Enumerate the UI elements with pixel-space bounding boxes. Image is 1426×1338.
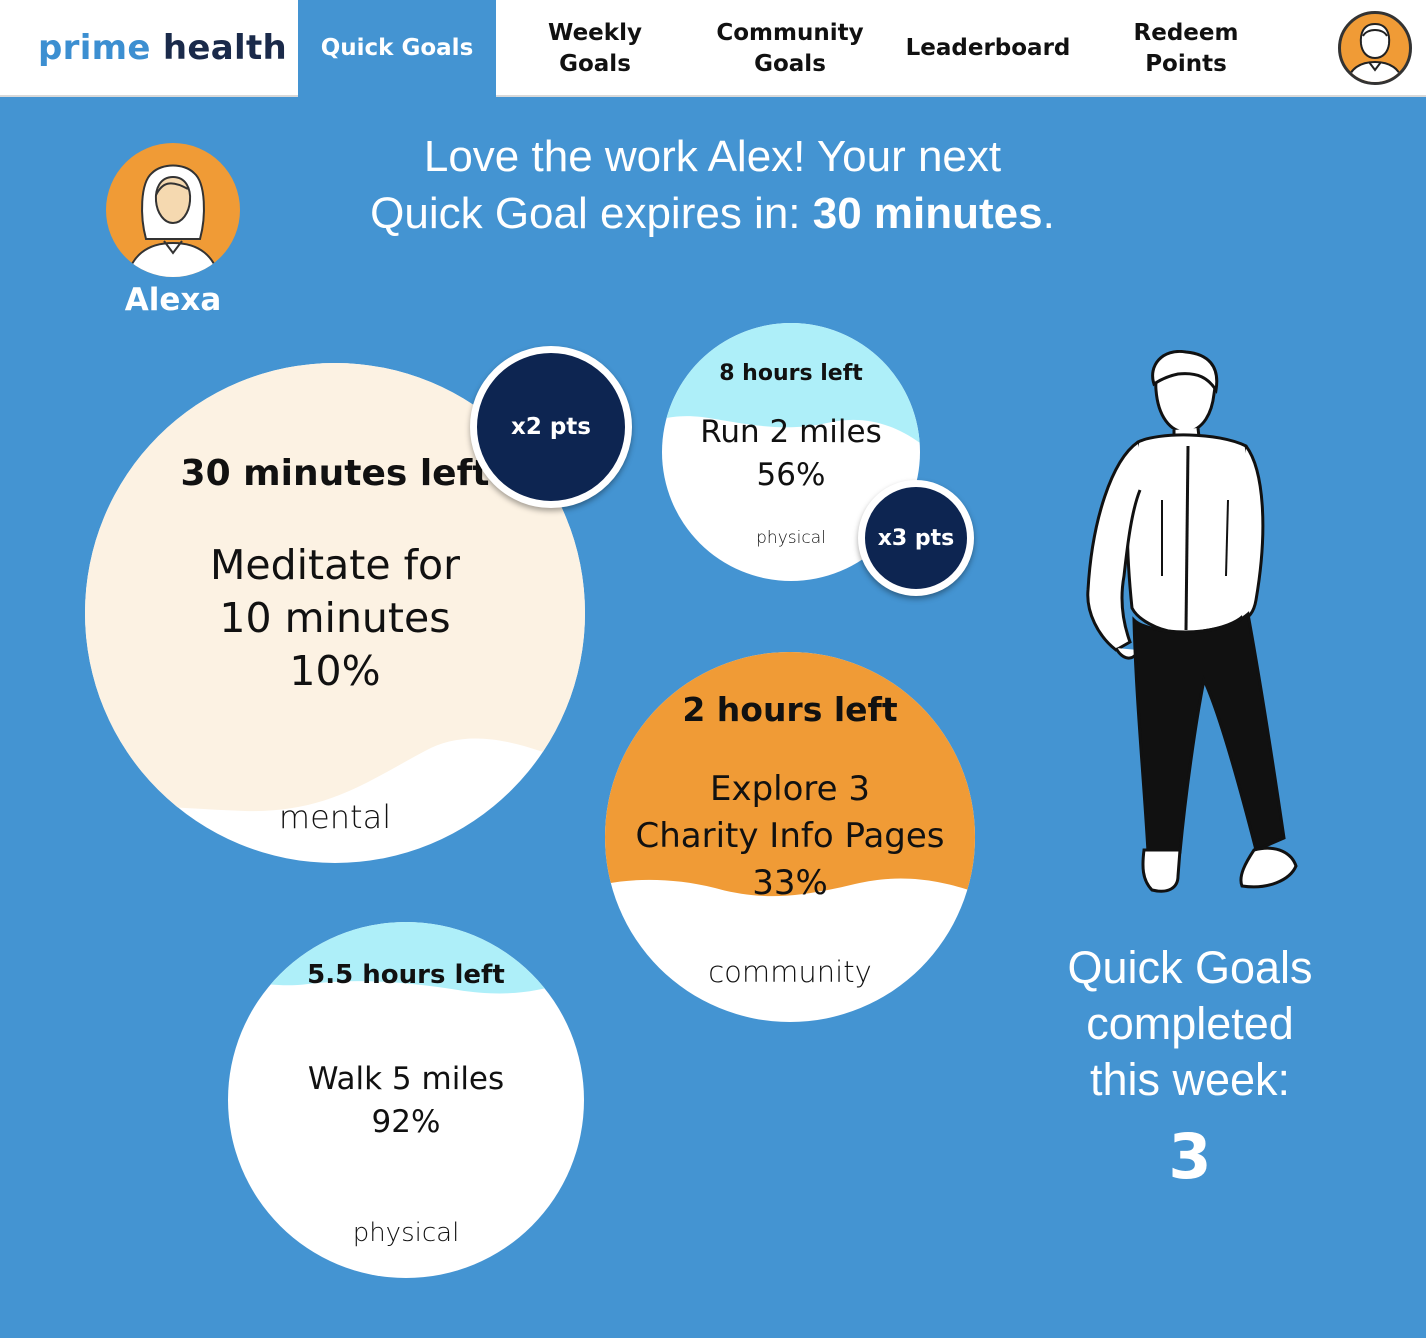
user-avatar-icon [1346,22,1404,82]
completed-label-line2: completed [1086,998,1294,1049]
tab-quick-goals-label: Quick Goals [320,35,474,61]
goal-progress: 33% [752,863,828,903]
goal-bubble-charity[interactable]: 2 hours left Explore 3 Charity Info Page… [605,652,975,1022]
goal-title-line2: 10 minutes [219,594,451,642]
goal-time-left: 2 hours left [682,690,898,729]
greeting-line2-suffix: . [1042,189,1055,238]
logo-word-health: health [162,28,288,68]
completed-label-line1: Quick Goals [1067,942,1313,993]
tab-redeem-points-label-line1: Redeem [1133,19,1239,46]
goal-category: mental [278,798,392,836]
prime-health-logo[interactable]: prime health [38,28,287,68]
bonus-badge-x3: x3 pts [858,480,974,596]
completed-label: Quick Goals completed this week: [1040,940,1340,1108]
goal-title-line1: Meditate for [210,541,460,589]
tab-community-goals-label-line2: Goals [754,50,826,77]
alexa-woman-icon [126,164,220,277]
greeting-line2-prefix: Quick Goal expires in: [370,189,813,238]
person-illustration [1086,350,1298,893]
goal-category: community [708,955,872,989]
tab-leaderboard-label: Leaderboard [905,35,1071,61]
alexa-avatar[interactable] [106,143,240,277]
tab-leaderboard[interactable]: Leaderboard [896,0,1080,97]
goal-title-line1: Run 2 miles [700,414,882,450]
greeting-line1: Love the work Alex! Your next [423,132,1002,181]
page: prime health Quick Goals Weekly Goals Co… [0,0,1426,1338]
greeting-message: Love the work Alex! Your next Quick Goal… [330,128,1095,242]
goal-title-line1: Explore 3 [709,769,871,809]
tab-redeem-points[interactable]: Redeem Points [1100,0,1272,97]
completed-count: 3 [1168,1120,1212,1193]
tab-weekly-goals[interactable]: Weekly Goals [506,0,684,97]
goal-progress: 92% [371,1104,441,1140]
top-nav-bar: prime health Quick Goals Weekly Goals Co… [0,0,1426,97]
tab-redeem-points-label-line2: Points [1145,50,1227,77]
goal-progress: 10% [289,647,381,695]
greeting-line2: Quick Goal expires in: 30 minutes. [330,185,1095,242]
goal-bubble-walk[interactable]: 5.5 hours left Walk 5 miles 92% physical [228,922,584,1278]
goal-time-left: 8 hours left [719,361,863,386]
goal-title-line1: Walk 5 miles [307,1061,505,1097]
goal-title: Run 2 miles 56% [662,411,920,497]
tab-community-goals[interactable]: Community Goals [700,0,880,97]
goal-title: Meditate for 10 minutes 10% [85,539,585,698]
user-avatar[interactable] [1338,11,1412,85]
alexa-name-label: Alexa [124,282,222,318]
tab-quick-goals[interactable]: Quick Goals [298,0,496,97]
goal-title: Walk 5 miles 92% [228,1058,584,1144]
bonus-badge-x2: x2 pts [470,346,632,508]
tab-weekly-goals-label-line1: Weekly [548,19,642,46]
tab-community-goals-label-line1: Community [716,19,864,46]
tab-weekly-goals-label-line2: Goals [559,50,631,77]
expiry-time: 30 minutes [812,189,1043,238]
goal-title: Explore 3 Charity Info Pages 33% [605,766,975,907]
goal-time-left: 5.5 hours left [307,960,505,990]
completed-label-line3: this week: [1089,1054,1291,1105]
goal-title-line2: Charity Info Pages [635,816,945,856]
goal-category: physical [352,1218,460,1248]
logo-word-prime: prime [38,28,151,68]
